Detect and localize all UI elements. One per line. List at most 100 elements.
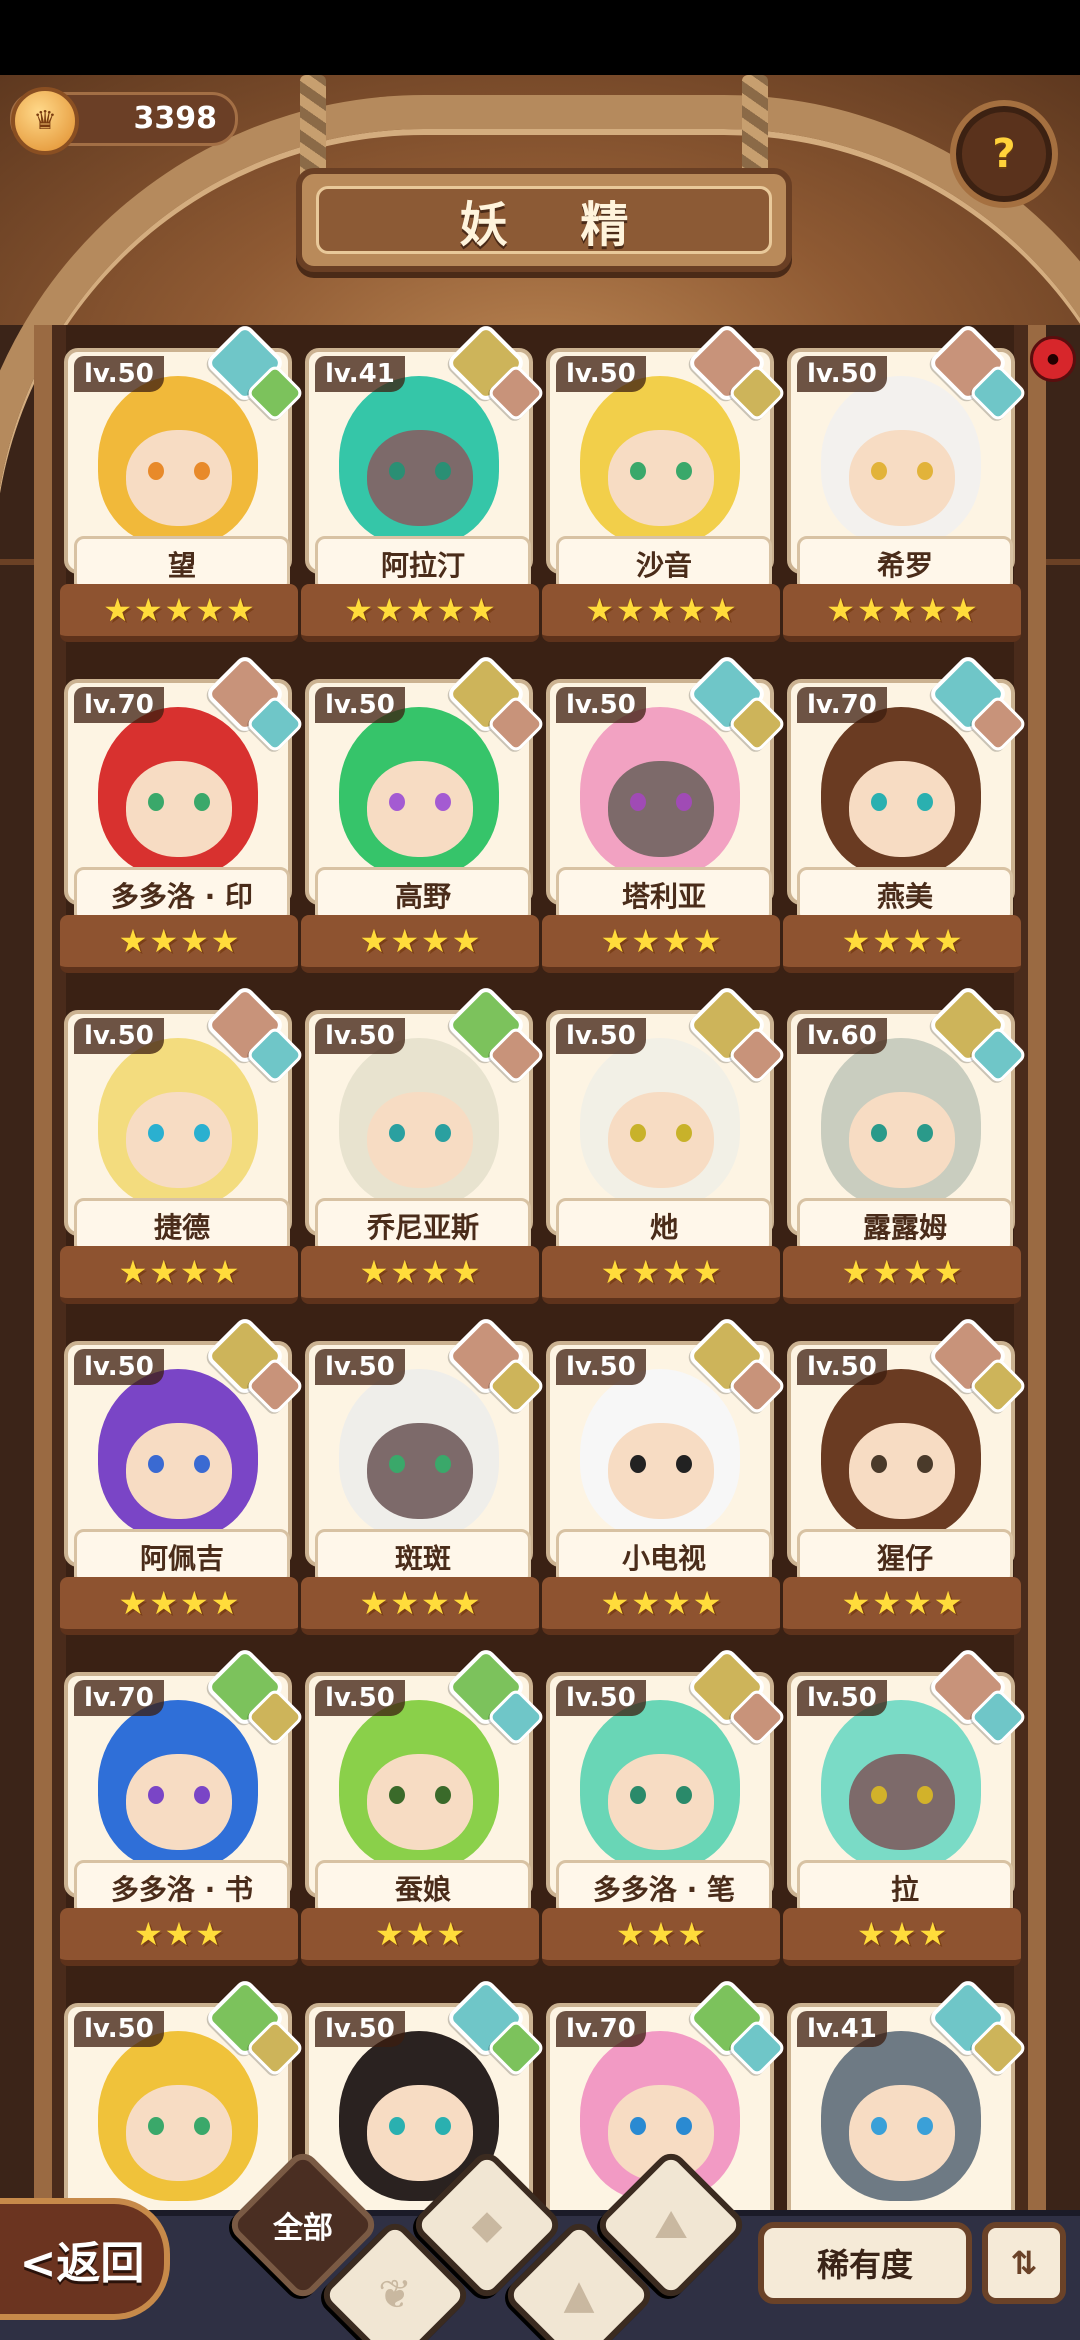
level-badge: lv.70 — [74, 687, 164, 723]
mountain-peak-icon: ⛰ — [654, 2202, 688, 2248]
star-icon: ★ — [103, 591, 132, 629]
fairy-card[interactable]: lv.70 多多洛 · 印 ★ ★ ★ ★ — [60, 652, 305, 973]
star-icon: ★ — [662, 1253, 691, 1291]
star-rating: ★ ★ ★ ★ — [60, 915, 298, 973]
fairy-eyes — [626, 462, 696, 480]
star-icon: ★ — [374, 1915, 404, 1953]
star-rating: ★ ★ ★ — [60, 1908, 298, 1966]
star-icon: ★ — [118, 1584, 148, 1622]
level-badge: lv.50 — [797, 1349, 887, 1385]
level-badge: lv.50 — [556, 687, 646, 723]
star-icon: ★ — [918, 591, 948, 629]
fairy-card[interactable]: lv.50 捷德 ★ ★ ★ ★ — [60, 983, 305, 1304]
star-rating: ★ ★ ★ ★ — [783, 1246, 1021, 1304]
fairy-card[interactable]: lv.50 塔利亚 ★ ★ ★ ★ — [542, 652, 787, 973]
star-rating: ★ ★ ★ ★ — [301, 915, 539, 973]
star-icon: ★ — [451, 1584, 481, 1622]
star-icon: ★ — [164, 1915, 194, 1953]
star-rating: ★ ★ ★ ★ ★ — [542, 584, 780, 642]
star-icon: ★ — [180, 922, 209, 960]
back-label: <返回 — [19, 2238, 145, 2289]
fairy-eyes — [626, 1786, 696, 1804]
fairy-eyes — [385, 1124, 455, 1142]
star-icon: ★ — [421, 922, 450, 960]
fairy-card[interactable]: lv.50 蚕娘 ★ ★ ★ — [301, 1645, 546, 1966]
sort-icon: ⇅ — [1010, 2244, 1038, 2282]
fairy-card[interactable]: lv.50 拉 ★ ★ ★ — [783, 1645, 1028, 1966]
star-icon: ★ — [826, 591, 855, 629]
star-icon: ★ — [210, 922, 240, 960]
level-badge: lv.50 — [556, 356, 646, 392]
fairy-card[interactable]: lv.50 多多洛 · 笔 ★ ★ ★ — [542, 1645, 787, 1966]
fairy-card[interactable]: lv.50 高野 ★ ★ ★ ★ — [301, 652, 546, 973]
level-badge: lv.50 — [797, 356, 887, 392]
page-title: 妖 精 — [459, 197, 657, 253]
fairy-card[interactable]: lv.50 灺 ★ ★ ★ ★ — [542, 983, 787, 1304]
star-rating: ★ ★ ★ — [783, 1908, 1021, 1966]
back-button[interactable]: <返回 — [0, 2198, 170, 2320]
level-badge: lv.50 — [74, 1018, 164, 1054]
fairy-card[interactable]: lv.70 燕美 ★ ★ ★ ★ — [783, 652, 1028, 973]
star-icon: ★ — [467, 591, 496, 629]
star-icon: ★ — [195, 1915, 225, 1953]
coin-icon: ♛ — [11, 87, 79, 155]
fairy-eyes — [144, 462, 214, 480]
star-icon: ★ — [359, 1584, 389, 1622]
star-icon: ★ — [390, 922, 419, 960]
star-rating: ★ ★ ★ ★ ★ — [301, 584, 539, 642]
star-icon: ★ — [359, 1253, 389, 1291]
rarity-sort-button[interactable]: 稀有度 — [758, 2222, 972, 2304]
level-badge: lv.70 — [797, 687, 887, 723]
star-icon: ★ — [646, 591, 676, 629]
fairy-card[interactable]: lv.50 沙音 ★ ★ ★ ★ ★ — [542, 321, 787, 642]
sort-order-button[interactable]: ⇅ — [982, 2222, 1066, 2304]
star-icon: ★ — [677, 591, 707, 629]
star-icon: ★ — [374, 591, 404, 629]
star-rating: ★ ★ ★ — [301, 1908, 539, 1966]
star-icon: ★ — [600, 1253, 630, 1291]
fairy-eyes — [385, 1786, 455, 1804]
star-icon: ★ — [933, 1253, 963, 1291]
star-icon: ★ — [903, 922, 932, 960]
fairy-card[interactable]: lv.50 希罗 ★ ★ ★ ★ ★ — [783, 321, 1028, 642]
rarity-label: 稀有度 — [816, 2246, 913, 2284]
star-icon: ★ — [903, 1253, 932, 1291]
star-icon: ★ — [692, 1584, 722, 1622]
star-icon: ★ — [933, 922, 963, 960]
star-rating: ★ ★ ★ ★ — [542, 1246, 780, 1304]
star-icon: ★ — [662, 1584, 691, 1622]
star-rating: ★ ★ ★ ★ ★ — [60, 584, 298, 642]
star-icon: ★ — [692, 1253, 722, 1291]
star-icon: ★ — [856, 591, 886, 629]
fairy-card[interactable]: lv.70 多多洛 · 书 ★ ★ ★ — [60, 1645, 305, 1966]
star-icon: ★ — [708, 591, 737, 629]
star-icon: ★ — [856, 1915, 886, 1953]
level-badge: lv.50 — [556, 1680, 646, 1716]
fairy-card[interactable]: lv.50 斑斑 ★ ★ ★ ★ — [301, 1314, 546, 1635]
water-drop-icon: ◆ — [471, 2202, 503, 2248]
help-button[interactable]: ? — [950, 100, 1058, 208]
star-rating: ★ ★ ★ ★ — [60, 1246, 298, 1304]
fairy-card[interactable]: lv.50 乔尼亚斯 ★ ★ ★ ★ — [301, 983, 546, 1304]
star-icon: ★ — [180, 1253, 209, 1291]
star-icon: ★ — [600, 922, 630, 960]
level-badge: lv.50 — [315, 2011, 405, 2047]
star-icon: ★ — [436, 1915, 466, 1953]
fairy-card[interactable]: lv.50 阿佩吉 ★ ★ ★ ★ — [60, 1314, 305, 1635]
fairy-card[interactable]: lv.50 猩仔 ★ ★ ★ ★ — [783, 1314, 1028, 1635]
fairy-eyes — [144, 1786, 214, 1804]
fairy-eyes — [867, 1786, 937, 1804]
ladybug-icon[interactable]: ● — [1030, 336, 1076, 382]
fairy-card[interactable]: lv.60 露露姆 ★ ★ ★ ★ — [783, 983, 1028, 1304]
star-icon: ★ — [903, 1584, 932, 1622]
star-icon: ★ — [405, 1915, 435, 1953]
star-icon: ★ — [451, 1253, 481, 1291]
fairy-eyes — [385, 793, 455, 811]
fairy-card[interactable]: lv.50 小电视 ★ ★ ★ ★ — [542, 1314, 787, 1635]
fairy-card[interactable]: lv.50 望 ★ ★ ★ ★ ★ — [60, 321, 305, 642]
fairy-card[interactable]: lv.41 阿拉汀 ★ ★ ★ ★ ★ — [301, 321, 546, 642]
star-icon: ★ — [118, 922, 148, 960]
star-icon: ★ — [692, 922, 722, 960]
star-icon: ★ — [133, 591, 163, 629]
star-icon: ★ — [436, 591, 466, 629]
